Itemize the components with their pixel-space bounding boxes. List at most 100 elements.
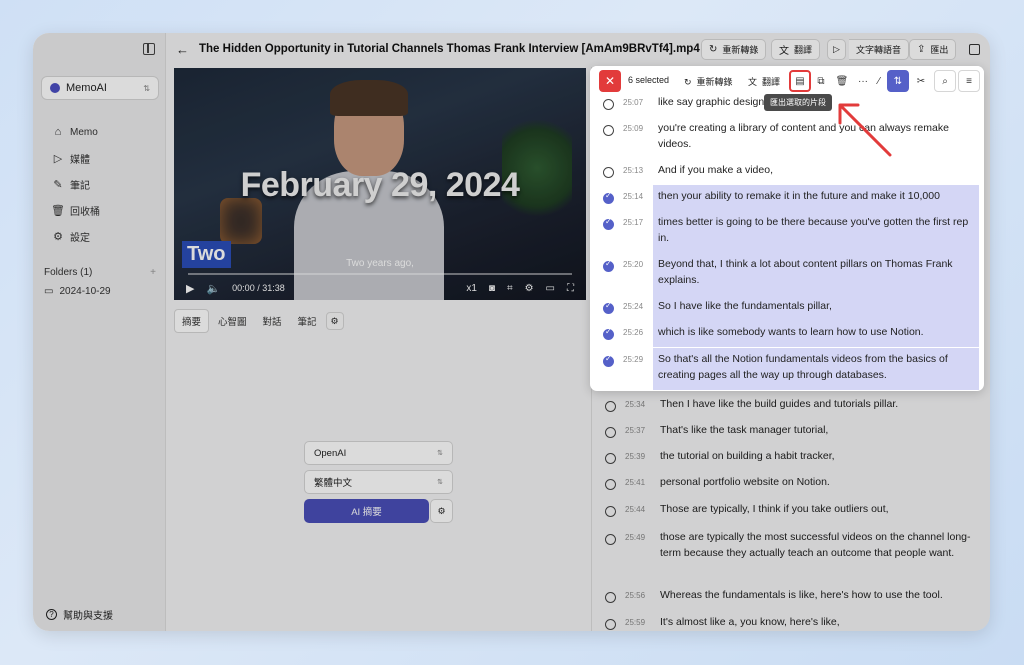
segment-timestamp[interactable]: 25:41 (625, 478, 651, 487)
segment-timestamp[interactable]: 25:17 (623, 218, 649, 227)
segment-checkbox[interactable] (603, 167, 614, 178)
segment-timestamp[interactable]: 25:07 (623, 98, 649, 107)
segment-text[interactable]: Beyond that, I think a lot about content… (658, 256, 978, 288)
segment-checkbox[interactable] (603, 259, 614, 272)
search-icon[interactable]: ⌕ (934, 70, 956, 92)
transcript-segment[interactable]: 25:29 So that's all the Notion fundamenta… (590, 348, 984, 391)
translate-button[interactable]: 文 翻譯 (771, 39, 821, 60)
segment-checkbox[interactable] (605, 534, 616, 545)
segment-text[interactable]: the tutorial on building a habit tracker… (660, 448, 980, 464)
play-audio-button[interactable]: ▷ (827, 39, 846, 60)
segment-text[interactable]: It's almost like a, you know, here's lik… (660, 614, 980, 630)
volume-icon[interactable]: 🔈 (206, 282, 220, 295)
add-folder-icon[interactable]: + (150, 267, 156, 278)
sidebar-item-media[interactable]: ▷ 媒體 (51, 145, 100, 171)
transcript-segment[interactable]: 25:39 the tutorial on building a habit tr… (592, 450, 985, 474)
workspace-selector[interactable]: MemoAI ⇅ (41, 76, 159, 100)
segment-timestamp[interactable]: 25:20 (623, 260, 649, 269)
folder-item[interactable]: ▭ 2024-10-29 (44, 286, 156, 297)
sidebar-item-notes[interactable]: ✎ 筆記 (51, 171, 100, 197)
segment-checkbox[interactable] (605, 619, 616, 630)
transcript-segment[interactable]: 25:09 you're creating a library of conten… (590, 122, 984, 162)
segment-timestamp[interactable]: 25:56 (625, 591, 651, 600)
close-selection-button[interactable]: ✕ (599, 70, 621, 92)
segment-text[interactable]: That's like the task manager tutorial, (660, 422, 980, 438)
transcript-segment[interactable]: 25:59 It's almost like a, you know, here'… (592, 616, 985, 631)
back-arrow-icon[interactable]: ← (176, 42, 189, 57)
segment-checkbox[interactable] (603, 99, 614, 110)
tab-mindmap[interactable]: 心智圖 (211, 310, 254, 332)
segment-timestamp[interactable]: 25:37 (625, 426, 651, 435)
segment-timestamp[interactable]: 25:26 (623, 328, 649, 337)
segment-timestamp[interactable]: 25:34 (625, 400, 651, 409)
cut-icon[interactable]: ✂ (910, 70, 932, 92)
video-player[interactable]: February 29, 2024 Two Two years ago, ▶ 🔈… (174, 68, 586, 300)
retranscribe-selected-button[interactable]: ↻ 重新轉錄 (684, 75, 733, 88)
retranscribe-button[interactable]: ↻ 重新轉錄 (701, 39, 767, 60)
video-progress-bar[interactable] (188, 273, 572, 275)
help-link[interactable]: ? 幫助與支援 (46, 607, 113, 622)
segment-text[interactable]: which is like somebody wants to learn ho… (658, 324, 978, 340)
segment-checkbox[interactable] (603, 327, 614, 340)
segment-checkbox[interactable] (603, 191, 614, 204)
segment-text[interactable]: So that's all the Notion fundamentals vi… (658, 351, 978, 383)
segment-text[interactable]: And if you make a video, (658, 162, 978, 178)
transcript-segment[interactable]: 25:34 Then I have like the build guides a… (592, 398, 985, 422)
sidebar-item-settings[interactable]: ⚙ 設定 (51, 223, 100, 249)
model-select[interactable]: OpenAI ⇅ (304, 441, 453, 465)
segment-checkbox[interactable] (605, 401, 616, 412)
segment-text[interactable]: Those are typically, I think if you take… (660, 501, 980, 517)
transcript-segment[interactable]: 25:26 which is like somebody wants to lea… (590, 321, 984, 350)
segment-text[interactable]: Whereas the fundamentals is like, here's… (660, 587, 980, 603)
segment-timestamp[interactable]: 25:24 (623, 302, 649, 311)
segment-checkbox[interactable] (605, 506, 616, 517)
segment-checkbox[interactable] (603, 301, 614, 314)
delete-icon[interactable]: 🗑 (831, 70, 853, 92)
segment-text[interactable]: times better is going to be there becaus… (658, 214, 978, 246)
segment-checkbox[interactable] (603, 217, 614, 230)
segment-timestamp[interactable]: 25:13 (623, 166, 649, 175)
copy-icon[interactable]: ⧉ (810, 70, 832, 92)
transcript-segment[interactable]: 25:17 times better is going to be there b… (590, 211, 984, 256)
ai-summary-button[interactable]: AI 摘要 (304, 499, 429, 523)
segment-timestamp[interactable]: 25:29 (623, 355, 649, 364)
theater-icon[interactable]: ▭ (546, 283, 555, 294)
segment-checkbox[interactable] (605, 427, 616, 438)
transcript-segment[interactable]: 25:41 personal portfolio website on Notio… (592, 476, 985, 500)
segment-timestamp[interactable]: 25:14 (623, 192, 649, 201)
tab-notes[interactable]: 筆記 (291, 310, 324, 332)
settings-icon[interactable]: ⚙ (525, 283, 534, 294)
tab-chat[interactable]: 對話 (256, 310, 289, 332)
transcript-segment[interactable]: 25:49 those are typically the most succes… (592, 531, 985, 587)
segment-timestamp[interactable]: 25:59 (625, 618, 651, 627)
language-select[interactable]: 繁體中文 ⇅ (304, 470, 453, 494)
segment-text[interactable]: those are typically the most successful … (660, 529, 980, 561)
summary-settings-icon[interactable]: ⚙ (430, 499, 453, 523)
transcript-segment[interactable]: 25:20 Beyond that, I think a lot about co… (590, 253, 984, 298)
segment-timestamp[interactable]: 25:09 (623, 124, 649, 133)
translate-selected-button[interactable]: 文 翻譯 (748, 75, 780, 88)
sidebar-toggle-icon[interactable] (143, 43, 155, 55)
menu-icon[interactable]: ≡ (958, 70, 980, 92)
segment-checkbox[interactable] (605, 479, 616, 490)
transcript-segment[interactable]: 25:37 That's like the task manager tutori… (592, 424, 985, 448)
segment-timestamp[interactable]: 25:39 (625, 452, 651, 461)
segment-text[interactable]: Then I have like the build guides and tu… (660, 396, 980, 412)
segment-checkbox[interactable] (603, 354, 614, 367)
sidebar-item-trash[interactable]: 🗑 回收桶 (51, 197, 100, 223)
segment-timestamp[interactable]: 25:44 (625, 505, 651, 514)
sidebar-item-memo[interactable]: ⌂ Memo (51, 119, 100, 145)
screenshot-icon[interactable]: ⌗ (507, 283, 513, 294)
export-button[interactable]: ⇪ 匯出 (909, 39, 957, 60)
segment-text[interactable]: personal portfolio website on Notion. (660, 474, 980, 490)
segment-checkbox[interactable] (603, 125, 614, 136)
play-icon[interactable]: ▶ (186, 282, 194, 295)
segment-text[interactable]: then your ability to remake it in the fu… (658, 188, 978, 204)
segment-text[interactable]: you're creating a library of content and… (658, 120, 978, 152)
transcript-segment[interactable]: 25:56 Whereas the fundamentals is like, h… (592, 589, 985, 613)
fullscreen-icon[interactable]: ⛶ (567, 283, 574, 294)
speed-button[interactable]: x1 (466, 283, 477, 294)
tts-button[interactable]: 文字轉語音 (849, 39, 910, 60)
panel-toggle-icon[interactable] (965, 39, 984, 60)
camera-icon[interactable]: ◙ (489, 283, 495, 294)
